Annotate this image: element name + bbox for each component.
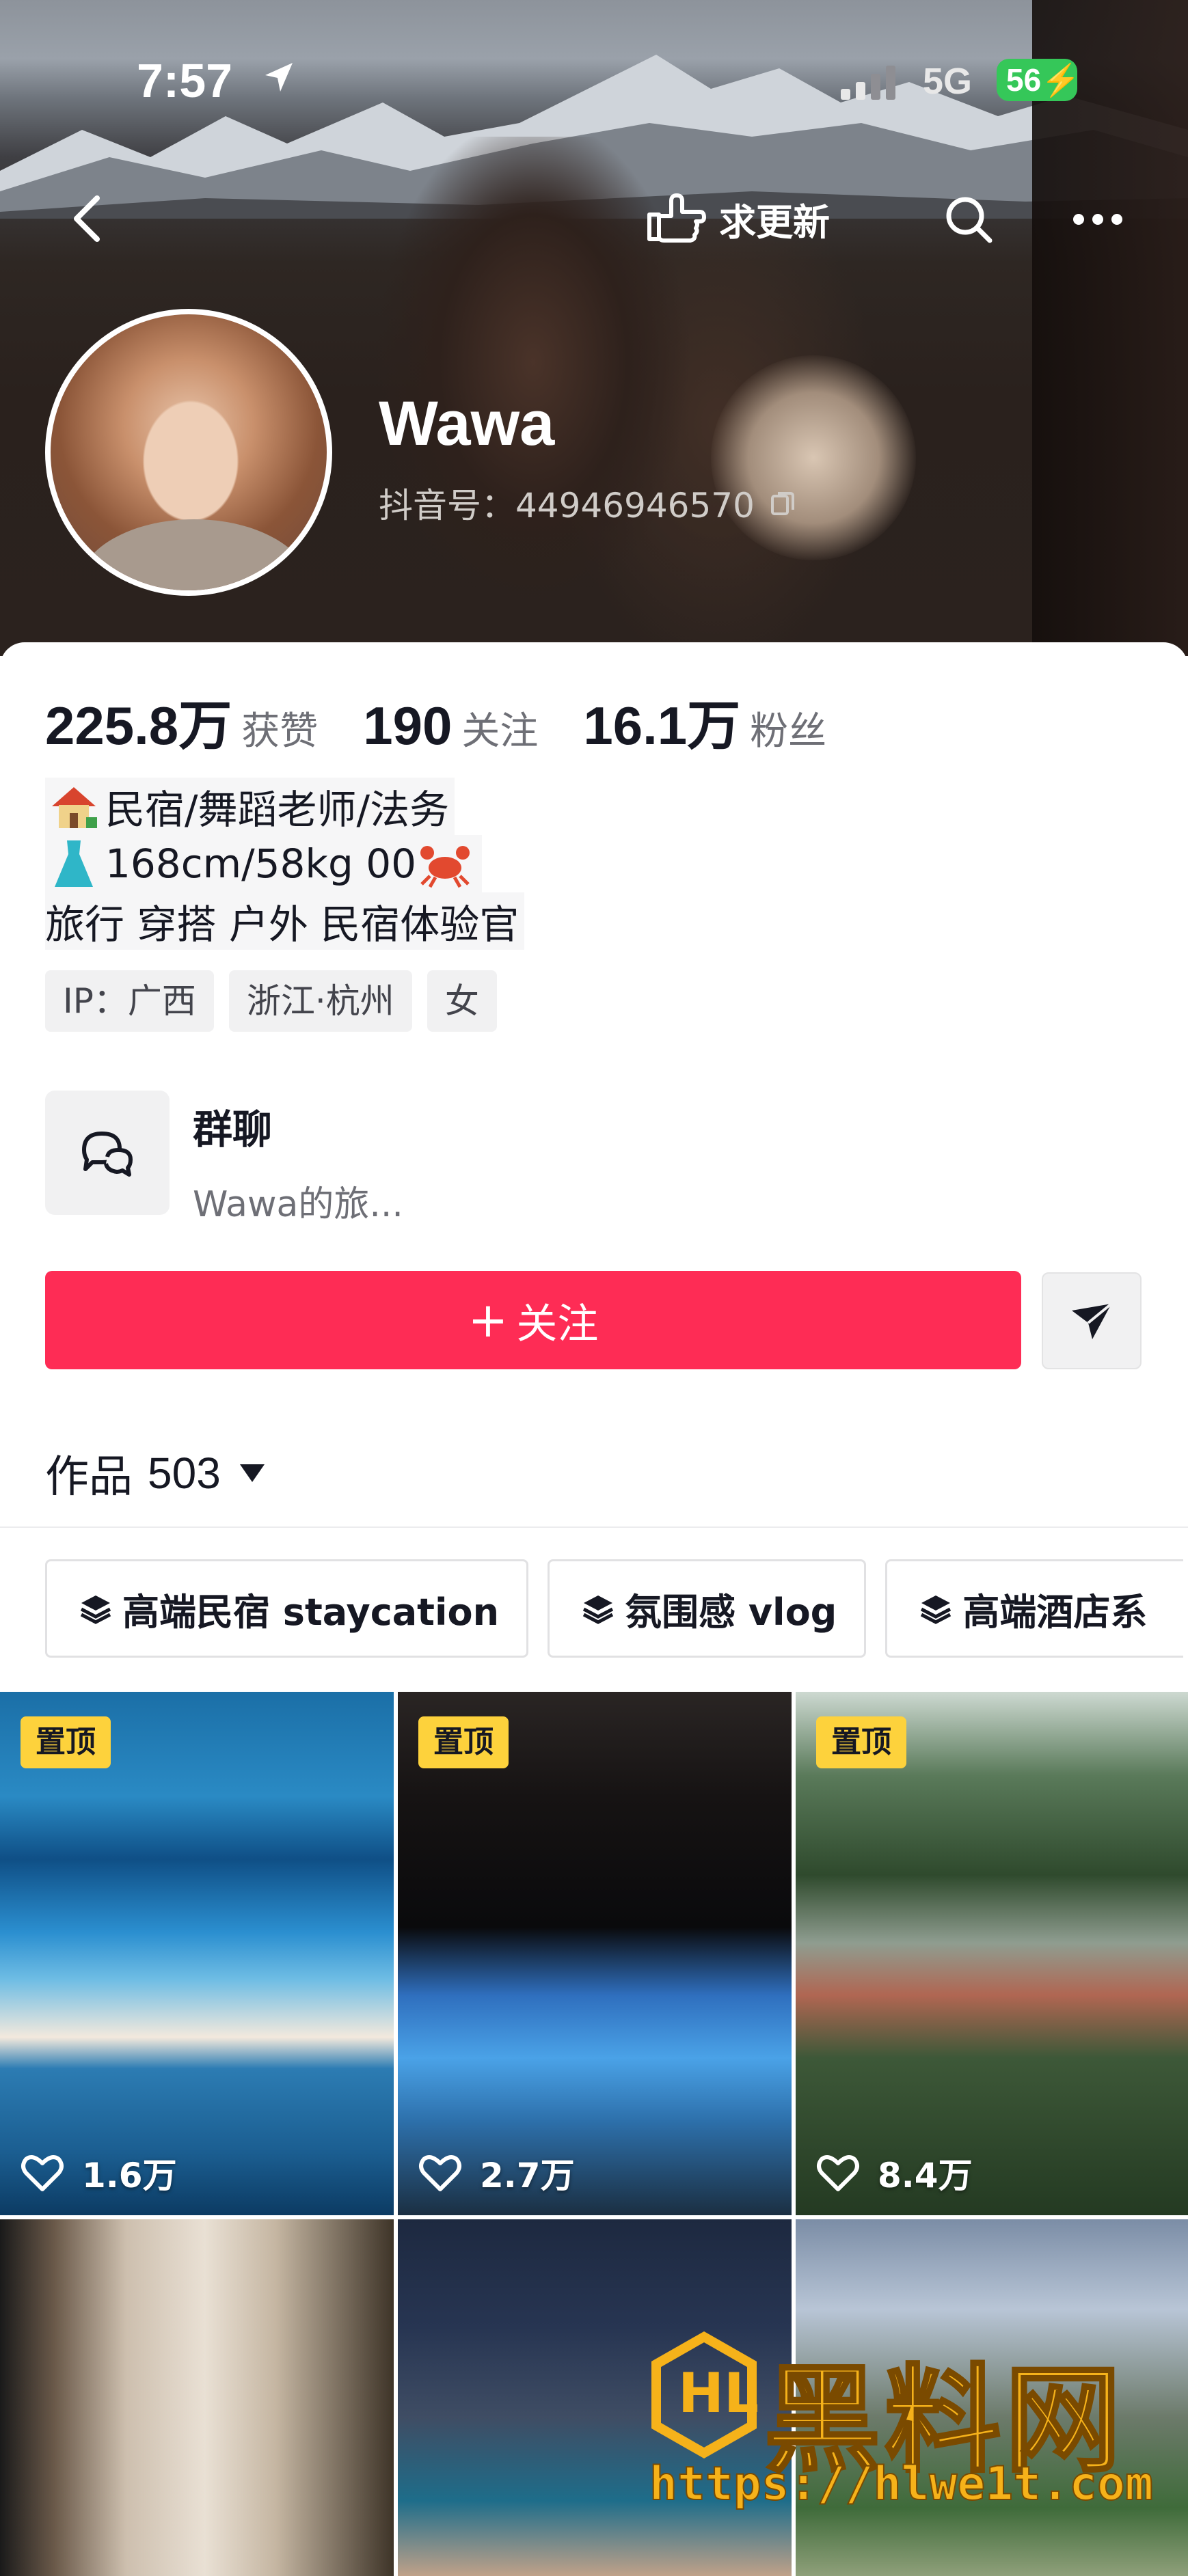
layers-icon <box>582 1595 614 1624</box>
following-label[interactable]: 关注 <box>461 700 538 756</box>
watermark-url: https://hlwe1t.com <box>649 2456 1154 2512</box>
profile-page: 7:57 5G 56⚡ 求更新 Wawa 抖音号：44946946570 225… <box>0 0 1188 2576</box>
section-divider <box>0 1526 1188 1528</box>
request-update-button[interactable]: 求更新 <box>644 191 830 246</box>
layers-icon <box>921 1595 951 1624</box>
chat-bubbles-icon <box>82 1132 133 1177</box>
video-thumbnail[interactable] <box>0 2219 394 2576</box>
dress-icon <box>55 840 93 887</box>
video-likes: 1.6万 <box>21 2148 177 2197</box>
douyin-id-text: 抖音号：44946946570 <box>379 486 755 525</box>
followers-count[interactable]: 16.1万 <box>583 683 740 760</box>
follow-button[interactable]: + 关注 <box>45 1271 1021 1369</box>
group-chat-icon-box <box>45 1091 170 1215</box>
profile-stats: 225.8万 获赞 190 关注 16.1万 粉丝 <box>45 683 872 760</box>
heart-icon <box>419 2155 461 2191</box>
works-label: 作品 <box>45 1452 133 1503</box>
video-thumbnail[interactable]: 置顶 2.7万 <box>398 1692 792 2215</box>
following-count[interactable]: 190 <box>363 695 452 757</box>
pinned-badge: 置顶 <box>21 1716 111 1768</box>
group-chat-title: 群聊 <box>193 1106 273 1153</box>
group-chat-entry[interactable]: 群聊 Wawa的旅... <box>45 1091 403 1227</box>
bio-text-1: 民宿/舞蹈老师/法务 <box>105 786 450 833</box>
layers-icon <box>80 1595 111 1624</box>
cover-fur-detail <box>711 355 916 560</box>
works-count: 503 <box>148 1449 221 1498</box>
request-update-label: 求更新 <box>719 200 830 244</box>
status-time: 7:57 <box>137 54 233 107</box>
likes-label: 获赞 <box>241 709 319 754</box>
collection-label: 氛围感 vlog <box>625 1590 837 1634</box>
search-icon[interactable] <box>942 193 997 247</box>
crab-icon <box>420 846 470 888</box>
video-thumbnail[interactable]: 置顶 1.6万 <box>0 1692 394 2215</box>
profile-name: Wawa <box>379 389 555 458</box>
likes-count: 8.4万 <box>878 2156 973 2195</box>
back-arrow-icon[interactable] <box>63 191 118 246</box>
network-type: 5G <box>923 61 973 102</box>
collection-chip-hotel[interactable]: 高端酒店系 <box>885 1559 1184 1658</box>
followers-label[interactable]: 粉丝 <box>750 700 826 756</box>
svg-text:HL: HL <box>678 2361 759 2425</box>
collection-label: 高端酒店系 <box>962 1590 1148 1634</box>
pinned-badge: 置顶 <box>418 1716 509 1768</box>
house-icon <box>52 787 97 828</box>
bio-line-1: 民宿/舞蹈老师/法务 <box>45 778 455 835</box>
bio-text-2: 168cm/58kg 00 <box>105 840 417 887</box>
charging-icon: ⚡ <box>1041 62 1081 98</box>
collections-row: 高端民宿 staycation 氛围感 vlog 高端酒店系 <box>45 1559 1184 1658</box>
battery-indicator: 56⚡ <box>997 59 1081 101</box>
bio-line-3: 旅行 穿搭 户外 民宿体验官 <box>45 892 525 950</box>
plus-icon: + <box>468 1292 509 1348</box>
heart-icon <box>817 2155 859 2191</box>
video-thumbnail[interactable]: 置顶 8.4万 <box>796 1692 1188 2215</box>
douyin-id: 抖音号：44946946570 <box>379 478 798 527</box>
signal-icon <box>841 66 895 100</box>
bio-line-2: 168cm/58kg 00 <box>45 835 483 892</box>
collection-chip-staycation[interactable]: 高端民宿 staycation <box>45 1559 529 1658</box>
follow-label: 关注 <box>516 1300 599 1348</box>
heart-icon <box>21 2155 64 2191</box>
video-likes: 2.7万 <box>418 2148 575 2197</box>
group-chat-subtitle: Wawa的旅... <box>193 1184 403 1225</box>
collection-label: 高端民宿 staycation <box>122 1590 500 1634</box>
likes-count: 2.7万 <box>480 2156 575 2195</box>
avatar[interactable] <box>45 309 332 596</box>
send-icon <box>1072 1302 1113 1339</box>
works-tab[interactable]: 作品 503 <box>45 1442 266 1505</box>
likes-count: 225.8万 <box>45 696 232 756</box>
copy-icon[interactable] <box>768 488 798 518</box>
video-likes: 8.4万 <box>816 2148 973 2197</box>
ip-location-tag: IP：广西 <box>45 970 214 1032</box>
location-arrow-icon <box>265 63 293 92</box>
caret-down-icon <box>239 1464 265 1482</box>
share-button[interactable] <box>1042 1272 1142 1369</box>
gender-tag: 女 <box>427 970 497 1032</box>
more-options-icon[interactable] <box>1070 202 1125 236</box>
city-tag: 浙江·杭州 <box>228 970 412 1032</box>
collection-chip-vlog[interactable]: 氛围感 vlog <box>548 1559 867 1658</box>
profile-bio: 民宿/舞蹈老师/法务 168cm/58kg 00 旅行 穿搭 户外 民宿体验官 <box>45 778 525 950</box>
pinned-badge: 置顶 <box>816 1716 906 1768</box>
pointing-hand-icon <box>647 193 706 243</box>
battery-level: 56 <box>1006 62 1042 98</box>
likes-count: 1.6万 <box>82 2156 177 2195</box>
profile-tags: IP：广西 浙江·杭州 女 <box>45 970 512 1032</box>
